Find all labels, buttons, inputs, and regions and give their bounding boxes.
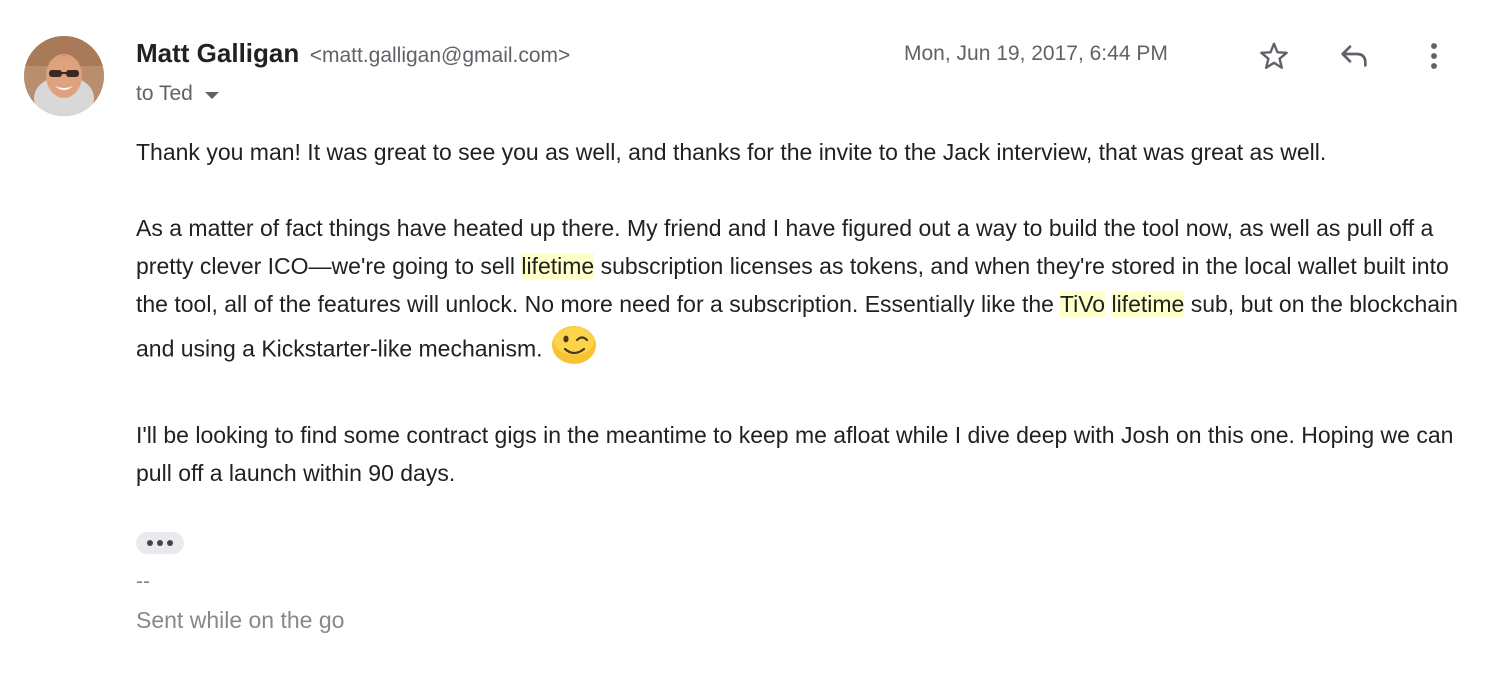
message-date: Mon, Jun 19, 2017, 6:44 PM [904,42,1168,65]
signature-text: Sent while on the go [136,607,345,633]
search-highlight: lifetime [1111,291,1185,317]
signature-separator: -- [136,570,150,593]
ellipsis-icon [147,540,153,546]
show-trimmed-content-button[interactable] [136,532,184,554]
avatar[interactable] [24,36,104,116]
sender-line: Matt Galligan <matt.galligan@gmail.com> [136,38,570,69]
body-paragraph-2: As a matter of fact things have heated u… [136,209,1466,378]
more-options-button[interactable] [1414,36,1454,76]
chevron-down-icon[interactable] [204,91,219,99]
body-paragraph-3: I'll be looking to find some contract gi… [136,422,1454,486]
star-icon [1260,42,1288,69]
avatar-photo [24,36,104,116]
sender-email: <matt.galligan@gmail.com> [309,44,571,67]
message-body: Thank you man! It was great to see you a… [136,133,1466,492]
more-vert-icon [1431,43,1437,69]
recipient-label: to Ted [136,82,193,105]
search-highlight: lifetime [521,253,595,279]
recipient-details-toggle[interactable]: to Ted [136,82,219,106]
winking-face-emoji [549,321,599,376]
reply-button[interactable] [1334,36,1374,76]
search-highlight: TiVo [1059,291,1106,317]
body-paragraph-1: Thank you man! It was great to see you a… [136,139,1327,165]
star-button[interactable] [1254,36,1294,76]
reply-icon [1341,45,1367,67]
sender-name[interactable]: Matt Galligan [136,38,299,68]
ellipsis-icon [167,540,173,546]
ellipsis-icon [157,540,163,546]
